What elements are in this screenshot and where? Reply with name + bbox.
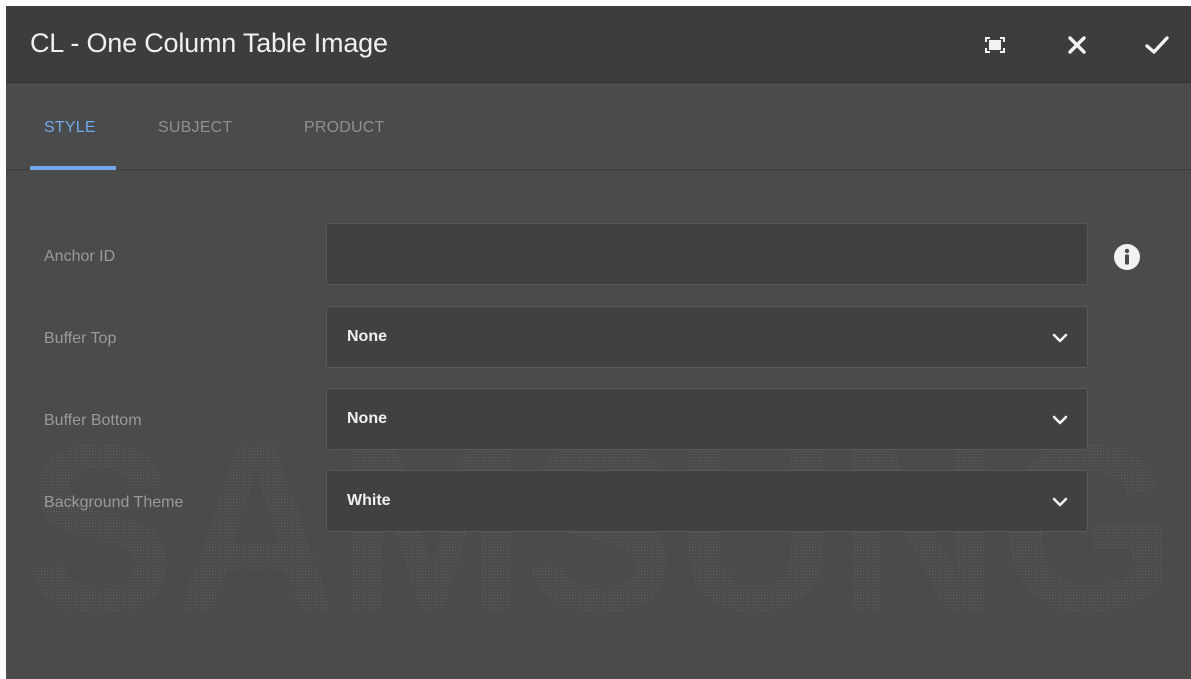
buffer-top-value: None bbox=[347, 328, 387, 345]
dialog-header: CL - One Column Table Image bbox=[6, 6, 1191, 83]
anchor-id-field-wrapper bbox=[326, 223, 1088, 285]
buffer-bottom-select[interactable]: None bbox=[326, 388, 1088, 450]
tab-subject[interactable]: SUBJECT bbox=[158, 119, 232, 137]
buffer-top-label: Buffer Top bbox=[44, 330, 117, 347]
tab-bar: STYLE SUBJECT PRODUCT bbox=[6, 83, 1191, 170]
done-button[interactable] bbox=[1140, 28, 1174, 62]
tab-style[interactable]: STYLE bbox=[44, 119, 96, 137]
buffer-bottom-value: None bbox=[347, 410, 387, 427]
background-theme-value: White bbox=[347, 492, 391, 509]
active-tab-indicator bbox=[30, 166, 116, 170]
dialog-title: CL - One Column Table Image bbox=[30, 28, 388, 58]
close-icon bbox=[1068, 36, 1086, 54]
close-button[interactable] bbox=[1060, 28, 1094, 62]
fullscreen-button[interactable] bbox=[978, 28, 1012, 62]
chevron-down-icon bbox=[1052, 333, 1068, 343]
component-dialog: CL - One Column Table Image STYLE SUBJEC… bbox=[6, 6, 1191, 679]
tab-product[interactable]: PRODUCT bbox=[304, 119, 385, 137]
anchor-id-label: Anchor ID bbox=[44, 248, 116, 265]
info-icon[interactable] bbox=[1112, 242, 1142, 272]
buffer-top-select[interactable]: None bbox=[326, 306, 1088, 368]
chevron-down-icon bbox=[1052, 415, 1068, 425]
buffer-bottom-label: Buffer Bottom bbox=[44, 412, 142, 429]
fullscreen-icon bbox=[985, 37, 1005, 53]
check-icon bbox=[1145, 36, 1169, 54]
background-theme-select[interactable]: White bbox=[326, 470, 1088, 532]
background-theme-label: Background Theme bbox=[44, 494, 184, 511]
anchor-id-input[interactable] bbox=[327, 224, 1087, 284]
chevron-down-icon bbox=[1052, 497, 1068, 507]
